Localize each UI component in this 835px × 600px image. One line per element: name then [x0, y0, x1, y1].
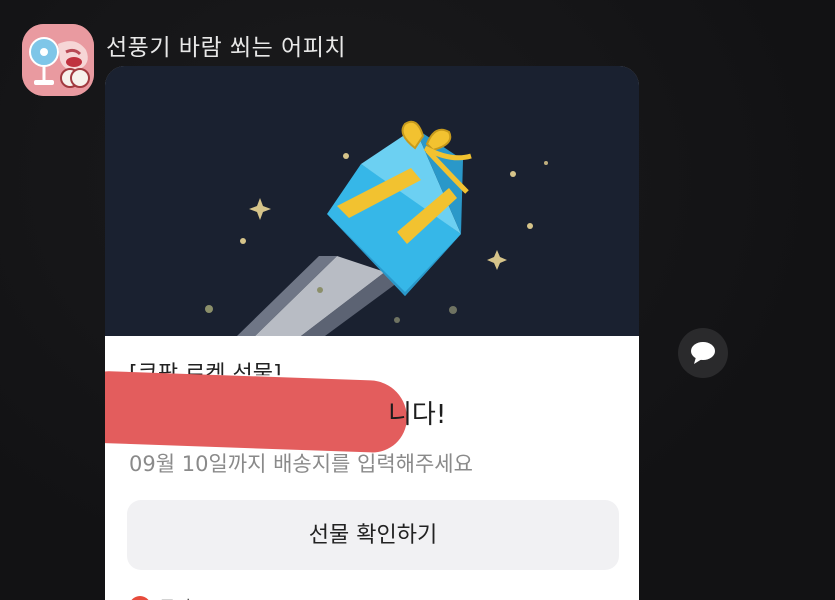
sender-avatar[interactable] — [22, 24, 94, 96]
gift-headline: 니다! — [388, 400, 447, 430]
share-message-button[interactable] — [678, 328, 728, 378]
flying-gift-box-icon — [105, 66, 639, 336]
speech-bubble-icon — [691, 342, 715, 364]
sender-name: 선풍기 바람 쐬는 어피치 — [106, 35, 347, 61]
gift-hero-banner — [105, 66, 639, 336]
coupang-logo-icon — [129, 596, 151, 600]
gift-subtitle: 09월 10일까지 배송지를 입력해주세요 — [129, 452, 473, 476]
gift-card-body: [쿠팡 로켓 선물] 니다! 09월 10일까지 배송지를 입력해주세요 선물 … — [105, 336, 639, 600]
chat-screen: 선풍기 바람 쐬는 어피치 니다! 09월 10일까지 배송지를 입력해주세요 … — [0, 0, 835, 600]
redaction-mark — [105, 370, 409, 454]
footer-brand-label: 쿠팡 — [159, 594, 192, 600]
gift-message-card[interactable]: [쿠팡 로켓 선물] 니다! 09월 10일까지 배송지를 입력해주세요 선물 … — [105, 66, 639, 600]
confirm-gift-button[interactable]: 선물 확인하기 — [127, 500, 619, 570]
apeach-fan-avatar-icon — [22, 24, 94, 96]
